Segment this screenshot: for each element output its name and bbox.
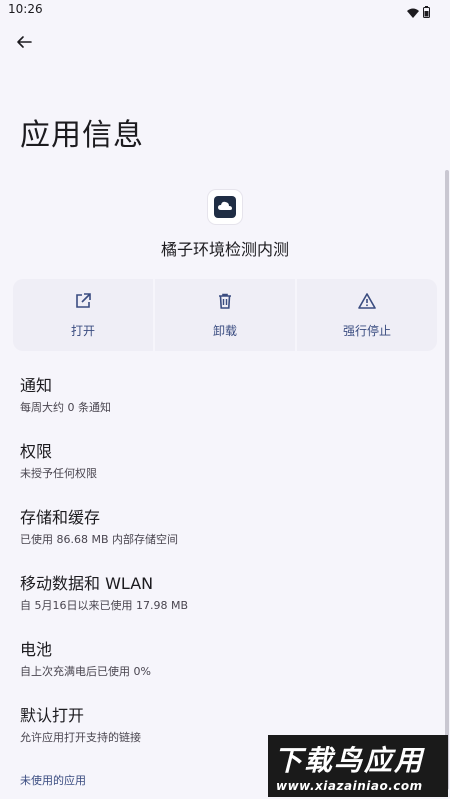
app-icon [208, 190, 242, 224]
wifi-icon [407, 3, 419, 22]
status-bar: 10:26 [0, 0, 450, 20]
storage-item[interactable]: 存储和缓存 已使用 86.68 MB 内部存储空间 [20, 504, 420, 547]
force-stop-label: 强行停止 [342, 323, 391, 338]
uninstall-label: 卸载 [212, 323, 237, 338]
battery-item[interactable]: 电池 自上次充满电后已使用 0% [20, 636, 420, 679]
scrollbar[interactable] [445, 170, 449, 790]
status-time: 10:26 [8, 2, 43, 16]
open-label: 打开 [70, 323, 95, 338]
open-button[interactable]: 打开 [13, 279, 153, 351]
data-usage-title: 移动数据和 WLAN [20, 574, 154, 593]
permissions-title: 权限 [20, 442, 53, 461]
notifications-item[interactable]: 通知 每周大约 0 条通知 [20, 372, 420, 415]
open-by-default-title: 默认打开 [20, 706, 85, 725]
storage-subtitle: 已使用 86.68 MB 内部存储空间 [20, 533, 179, 546]
arrow-back-icon [16, 34, 32, 54]
permissions-subtitle: 未授予任何权限 [20, 467, 97, 480]
back-button[interactable] [10, 30, 38, 58]
uninstall-button[interactable]: 卸载 [155, 279, 295, 351]
storage-title: 存储和缓存 [20, 508, 101, 527]
warning-icon [358, 292, 376, 314]
action-bar: 打开 卸载 强行停止 [13, 279, 437, 351]
data-usage-item[interactable]: 移动数据和 WLAN 自 5月16日以来已使用 17.98 MB [20, 570, 420, 613]
watermark-url: www.xiazainiao.com [276, 779, 423, 793]
battery-icon [423, 3, 430, 22]
app-logo-icon [214, 196, 236, 218]
watermark-title: 下载鸟应用 [274, 744, 425, 777]
trash-icon [216, 292, 234, 314]
open-external-icon [74, 292, 92, 314]
notifications-title: 通知 [20, 376, 53, 395]
permissions-item[interactable]: 权限 未授予任何权限 [20, 438, 420, 481]
status-icons [407, 3, 430, 22]
notifications-subtitle: 每周大约 0 条通知 [20, 401, 111, 414]
battery-subtitle: 自上次充满电后已使用 0% [20, 665, 151, 678]
app-name: 橘子环境检测内测 [160, 240, 289, 259]
watermark-logo: 下载鸟应用 www.xiazainiao.com [268, 735, 448, 797]
battery-title: 电池 [20, 640, 53, 659]
data-usage-subtitle: 自 5月16日以来已使用 17.98 MB [20, 599, 189, 612]
page-title: 应用信息 [20, 118, 144, 153]
unused-apps-link[interactable]: 未使用的应用 [20, 772, 86, 788]
force-stop-button[interactable]: 强行停止 [297, 279, 437, 351]
